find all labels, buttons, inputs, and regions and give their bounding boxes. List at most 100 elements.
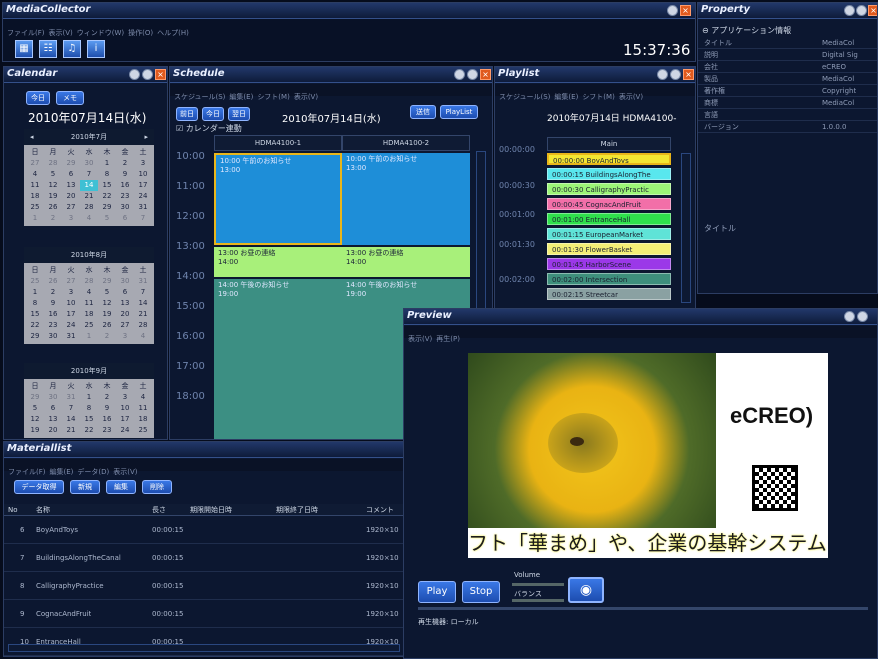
menu-help[interactable]: ヘルプ(H)	[157, 27, 189, 39]
playlist-item[interactable]: 00:01:30 FlowerBasket	[547, 243, 671, 255]
day-cell[interactable]: 4	[26, 169, 44, 180]
close-icon[interactable]: ×	[480, 69, 491, 80]
day-cell[interactable]: 6	[116, 213, 134, 224]
playlist-item[interactable]: 00:02:15 Streetcar	[547, 288, 671, 300]
day-cell[interactable]: 20	[44, 425, 62, 436]
day-cell[interactable]: 13	[116, 298, 134, 309]
day-cell[interactable]: 1	[26, 213, 44, 224]
day-cell[interactable]: 25	[134, 425, 152, 436]
minimize-icon[interactable]	[844, 5, 855, 16]
balance-slider[interactable]	[512, 599, 564, 602]
playlist-button[interactable]: PlayList	[440, 105, 478, 119]
menu-data[interactable]: データ(D)	[77, 466, 109, 478]
day-cell[interactable]: 13	[62, 180, 80, 191]
day-cell[interactable]: 10	[116, 403, 134, 414]
close-icon[interactable]: ×	[868, 5, 877, 16]
table-row[interactable]: 6 BoyAndToys 00:00:15 1920×10	[4, 516, 406, 544]
day-cell[interactable]: 3	[116, 392, 134, 403]
day-cell[interactable]: 9	[98, 403, 116, 414]
day-cell[interactable]: 29	[26, 392, 44, 403]
day-cell[interactable]: 19	[44, 191, 62, 202]
menu-window[interactable]: ウィンドウ(W)	[77, 27, 124, 39]
day-cell[interactable]: 6	[116, 287, 134, 298]
day-cell[interactable]: 31	[134, 276, 152, 287]
day-cell[interactable]: 17	[116, 414, 134, 425]
playlist-item[interactable]: 00:00:45 CognacAndFruit	[547, 198, 671, 210]
delete-button[interactable]: 削除	[142, 480, 172, 494]
property-row[interactable]: 言語	[698, 109, 877, 121]
day-cell[interactable]: 9	[116, 169, 134, 180]
day-cell[interactable]: 31	[62, 392, 80, 403]
day-cell[interactable]: 23	[98, 425, 116, 436]
day-cell[interactable]: 17	[62, 309, 80, 320]
edit-button[interactable]: 編集	[106, 480, 136, 494]
maximize-icon[interactable]	[467, 69, 478, 80]
day-cell[interactable]: 22	[26, 320, 44, 331]
day-cell[interactable]: 29	[98, 202, 116, 213]
day-cell[interactable]: 2	[44, 287, 62, 298]
close-icon[interactable]: ×	[683, 69, 694, 80]
minimize-icon[interactable]	[454, 69, 465, 80]
day-cell[interactable]: 3	[62, 287, 80, 298]
day-cell[interactable]: 23	[116, 191, 134, 202]
day-cell[interactable]: 4	[80, 287, 98, 298]
day-cell[interactable]: 27	[116, 320, 134, 331]
day-cell[interactable]: 20	[62, 191, 80, 202]
memo-button[interactable]: メモ	[56, 91, 84, 105]
day-cell[interactable]: 11	[134, 403, 152, 414]
day-cell[interactable]: 2	[98, 392, 116, 403]
menu-edit[interactable]: 編集(E)	[554, 91, 578, 103]
menu-operation[interactable]: 操作(O)	[128, 27, 153, 39]
seek-bar[interactable]	[418, 607, 868, 610]
property-row[interactable]: 著作権 Copyright	[698, 85, 877, 97]
day-cell[interactable]: 7	[62, 403, 80, 414]
send-button[interactable]: 送信	[410, 105, 436, 119]
day-cell[interactable]: 3	[116, 331, 134, 342]
property-row[interactable]: 製品 MediaCol	[698, 73, 877, 85]
calendar-titlebar[interactable]: Calendar ×	[4, 67, 167, 83]
property-row[interactable]: 商標 MediaCol	[698, 97, 877, 109]
toolbar-schedule-icon[interactable]: ☷	[39, 40, 57, 58]
day-cell[interactable]: 21	[80, 191, 98, 202]
day-cell[interactable]: 8	[26, 298, 44, 309]
day-cell[interactable]: 1	[26, 287, 44, 298]
property-row[interactable]: バージョン 1.0.0.0	[698, 121, 877, 133]
fetch-data-button[interactable]: データ取得	[14, 480, 64, 494]
day-cell[interactable]: 30	[116, 202, 134, 213]
event-block[interactable]: 13:00 お昼の連絡 14:00	[214, 247, 342, 277]
menu-edit[interactable]: 編集(E)	[229, 91, 253, 103]
day-cell[interactable]: 4	[134, 392, 152, 403]
day-cell[interactable]: 18	[80, 309, 98, 320]
day-cell[interactable]: 8	[80, 403, 98, 414]
vertical-scrollbar[interactable]	[681, 153, 691, 303]
day-cell[interactable]: 2	[98, 331, 116, 342]
playlist-item[interactable]: 00:01:00 EntranceHall	[547, 213, 671, 225]
playlist-item[interactable]: 00:01:15 EuropeanMarket	[547, 228, 671, 240]
toolbar-material-icon[interactable]: ♫	[63, 40, 81, 58]
calendar-link-checkbox[interactable]: ☑ カレンダー連動	[176, 123, 242, 134]
playlist-item[interactable]: 00:00:30 CalligraphyPractic	[547, 183, 671, 195]
day-cell[interactable]: 6	[44, 403, 62, 414]
playlist-item[interactable]: 00:00:00 BoyAndToys	[547, 153, 671, 165]
preview-titlebar[interactable]: Preview	[404, 309, 877, 325]
playlist-item[interactable]: 00:02:00 Intersection	[547, 273, 671, 285]
day-cell[interactable]: 3	[62, 213, 80, 224]
day-cell[interactable]: 14	[80, 180, 98, 191]
playlist-item[interactable]: 00:01:45 HarborScene	[547, 258, 671, 270]
day-cell[interactable]: 22	[80, 425, 98, 436]
day-cell[interactable]: 12	[98, 298, 116, 309]
property-titlebar[interactable]: Property ×	[698, 3, 877, 19]
day-cell[interactable]: 29	[98, 276, 116, 287]
prev-day-button[interactable]: 前日	[176, 107, 198, 121]
day-cell[interactable]: 29	[62, 158, 80, 169]
property-section-header[interactable]: ⊖ アプリケーション情報	[702, 25, 791, 36]
day-cell[interactable]: 2	[44, 213, 62, 224]
minimize-icon[interactable]	[667, 5, 678, 16]
day-cell[interactable]: 21	[134, 309, 152, 320]
prev-month-icon[interactable]: ◂	[30, 129, 34, 145]
day-cell[interactable]: 16	[116, 180, 134, 191]
event-block[interactable]: 10:00 午前のお知らせ 13:00	[342, 153, 470, 245]
day-cell[interactable]: 28	[44, 158, 62, 169]
day-cell[interactable]: 1	[80, 331, 98, 342]
day-cell[interactable]: 23	[44, 320, 62, 331]
